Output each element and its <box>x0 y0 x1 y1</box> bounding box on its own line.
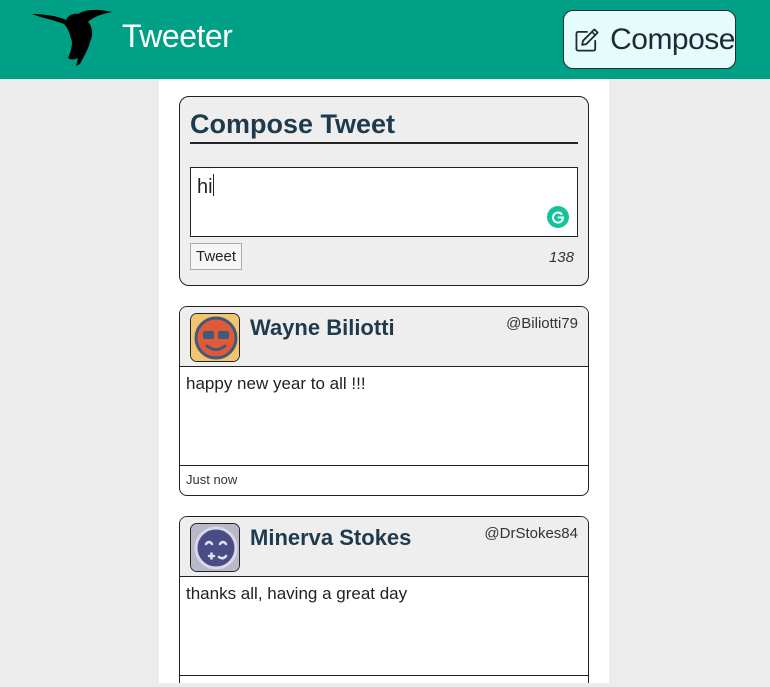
tweet-submit-button[interactable]: Tweet <box>190 243 242 270</box>
tweet-footer: Just now <box>180 465 588 495</box>
tweet-timestamp: Just now <box>186 472 238 487</box>
red-face-avatar-icon <box>190 313 240 362</box>
purple-face-avatar-icon <box>190 523 240 572</box>
text-caret <box>212 174 214 196</box>
compose-title: Compose Tweet <box>190 109 578 144</box>
tweet-input-value: hi <box>197 176 213 198</box>
compose-button-label: Compose <box>610 22 735 56</box>
tweet-header: Minerva Stokes @DrStokes84 <box>180 517 588 577</box>
tweet-header: Wayne Biliotti @Biliotti79 <box>180 307 588 367</box>
tweet-text-input[interactable]: hi <box>190 167 578 237</box>
tweet-text: thanks all, having a great day <box>186 584 408 603</box>
tweet-footer <box>180 675 588 683</box>
grammarly-icon[interactable] <box>547 206 569 228</box>
top-nav-bar: Tweeter Compose <box>0 0 770 79</box>
char-counter: 138 <box>548 249 574 266</box>
brand-title[interactable]: Tweeter <box>122 18 233 55</box>
main-content: Compose Tweet hi Tweet 138 Wayne Biliott… <box>159 79 609 683</box>
tweet-author-handle: @DrStokes84 <box>484 525 578 542</box>
compose-button[interactable]: Compose <box>563 10 736 69</box>
tweet-author-name: Minerva Stokes <box>250 525 412 550</box>
tweet-author-name: Wayne Biliotti <box>250 315 395 340</box>
hummingbird-icon <box>32 9 112 66</box>
tweet-card: Wayne Biliotti @Biliotti79 happy new yea… <box>179 306 589 496</box>
tweet-text: happy new year to all !!! <box>186 374 366 393</box>
tweet-author-handle: @Biliotti79 <box>506 315 578 332</box>
tweet-card: Minerva Stokes @DrStokes84 thanks all, h… <box>179 516 589 683</box>
pencil-square-icon <box>575 28 599 51</box>
compose-tweet-panel: Compose Tweet hi Tweet 138 <box>179 96 589 286</box>
